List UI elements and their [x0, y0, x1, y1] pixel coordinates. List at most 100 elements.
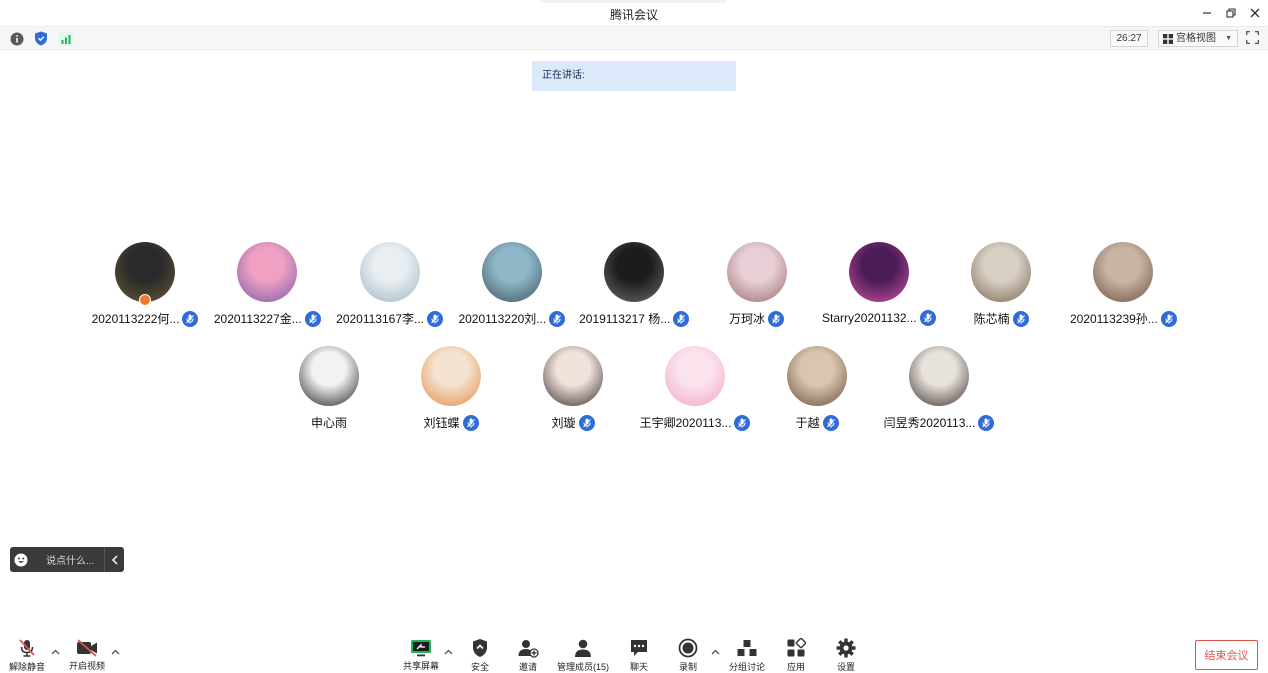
record-options-chevron-icon[interactable] — [711, 647, 720, 657]
avatar — [115, 242, 175, 302]
avatar — [1093, 242, 1154, 302]
quick-chat-input[interactable]: 说点什么... — [10, 547, 124, 572]
participant-name: 2020113239孙... — [1069, 312, 1158, 326]
breakout-label: 分组讨论 — [728, 662, 765, 672]
audio-options-chevron-icon[interactable] — [51, 647, 60, 657]
speaking-banner: 正在讲话: — [532, 61, 736, 91]
participant-name: 2020113220刘... — [458, 312, 547, 326]
security-button[interactable]: 安全 — [455, 638, 505, 672]
title-bar: 腾讯会议 — [0, 0, 1268, 26]
invite-button[interactable]: 邀请 — [503, 638, 553, 672]
avatar — [909, 346, 969, 406]
participant-name: 2019113217 杨... — [579, 312, 671, 326]
settings-button[interactable]: 设置 — [821, 638, 871, 672]
avatar — [299, 346, 359, 406]
avatar — [359, 242, 420, 302]
apps-button[interactable]: 应用 — [771, 638, 821, 672]
avatar — [726, 242, 787, 302]
info-icon — [10, 32, 23, 45]
bottom-toolbar: 解除静音 开启视频 共享屏幕 安全 邀请 管理成员(15) 聊天 录制 分组讨论… — [0, 630, 1268, 673]
apps-label: 应用 — [786, 662, 805, 672]
encryption-button[interactable] — [33, 31, 48, 46]
meeting-window: 腾讯会议 26:27 宫格视图 ▼ 正在讲话: 2020113222何... 2… — [0, 0, 1268, 673]
share-screen-icon — [411, 639, 431, 656]
host-badge-icon — [139, 294, 151, 306]
start-video-label: 开启视频 — [68, 661, 105, 671]
view-mode-dropdown[interactable]: 宫格视图 ▼ — [1158, 30, 1238, 47]
mic-active-icon — [978, 414, 995, 431]
top-notch — [540, 0, 726, 3]
start-video-button[interactable]: 开启视频 — [62, 638, 112, 672]
avatar — [971, 242, 1032, 302]
security-label: 安全 — [470, 662, 489, 672]
invite-user-icon — [518, 640, 539, 658]
invite-label: 邀请 — [518, 662, 537, 672]
video-off-icon — [77, 638, 97, 657]
participant-name: Starry20201132... — [822, 311, 917, 325]
grid-view-icon — [1163, 33, 1173, 44]
participant-tile[interactable]: 2020113239孙... — [1061, 242, 1185, 332]
signal-icon — [58, 31, 73, 46]
avatar — [848, 242, 909, 302]
security-shield-icon — [473, 639, 487, 657]
minimize-button[interactable] — [1198, 4, 1216, 22]
participant-name: 刘璇 — [551, 416, 576, 430]
mic-active-icon — [462, 414, 479, 431]
chat-placeholder: 说点什么... — [46, 556, 95, 567]
participant-name: 2020113227金... — [213, 312, 302, 326]
participant-name: 王宇卿2020113... — [639, 416, 732, 430]
mic-active-icon — [822, 414, 839, 431]
breakout-icon — [737, 640, 757, 656]
video-options-chevron-icon[interactable] — [111, 647, 120, 657]
unmute-button[interactable]: 解除静音 — [2, 638, 52, 672]
mic-active-icon — [1012, 310, 1029, 327]
participant-name: 闫昱秀2020113... — [883, 416, 976, 430]
avatar — [604, 242, 665, 302]
close-button[interactable] — [1246, 4, 1264, 22]
participant-name: 陈芯楠 — [973, 312, 1010, 326]
share-options-chevron-icon[interactable] — [444, 647, 453, 657]
chat-button[interactable]: 聊天 — [614, 638, 664, 672]
settings-label: 设置 — [836, 662, 855, 672]
members-icon — [575, 639, 591, 657]
meeting-info-button[interactable] — [9, 31, 24, 46]
avatar — [665, 346, 725, 406]
restore-button[interactable] — [1222, 4, 1240, 22]
chat-label: 聊天 — [629, 662, 648, 672]
chevron-left-icon — [111, 554, 118, 565]
restore-icon — [1226, 8, 1236, 18]
participant-name: 2020113222何... — [91, 312, 180, 326]
view-mode-label: 宫格视图 — [1176, 33, 1216, 44]
participant-name-line: 闫昱秀2020113... — [857, 414, 1021, 431]
caret-down-icon: ▼ — [1225, 35, 1232, 42]
mic-muted-icon — [19, 639, 35, 657]
share-screen-button[interactable]: 共享屏幕 — [396, 638, 446, 672]
end-meeting-button[interactable]: 结束会议 — [1195, 640, 1258, 670]
record-icon — [678, 638, 698, 658]
gear-icon — [836, 638, 856, 658]
participant-name-line: 2020113239孙... — [1041, 310, 1205, 327]
status-bar: 26:27 宫格视图 ▼ — [0, 26, 1268, 50]
record-button[interactable]: 录制 — [663, 638, 713, 672]
record-label: 录制 — [678, 662, 697, 672]
window-title: 腾讯会议 — [609, 8, 658, 22]
fullscreen-icon — [1246, 31, 1259, 44]
minimize-icon — [1203, 12, 1211, 14]
apps-icon — [787, 638, 806, 657]
collapse-chat-button[interactable] — [104, 547, 124, 572]
network-status-button[interactable] — [58, 31, 73, 46]
participant-tile[interactable]: 闫昱秀2020113... — [877, 346, 1001, 436]
manage-members-button[interactable]: 管理成员(15) — [557, 638, 610, 672]
emoji-icon[interactable] — [10, 553, 32, 567]
participant-name: 于越 — [795, 416, 820, 430]
fullscreen-button[interactable] — [1246, 31, 1261, 46]
breakout-rooms-button[interactable]: 分组讨论 — [722, 638, 772, 672]
unmute-label: 解除静音 — [8, 662, 45, 672]
participant-name: 申心雨 — [310, 416, 347, 430]
manage-members-label: 管理成员(15) — [557, 662, 610, 672]
participant-name: 万珂冰 — [728, 312, 765, 326]
share-screen-label: 共享屏幕 — [402, 661, 439, 671]
avatar — [237, 242, 298, 302]
avatar — [543, 346, 603, 406]
avatar — [481, 242, 542, 302]
